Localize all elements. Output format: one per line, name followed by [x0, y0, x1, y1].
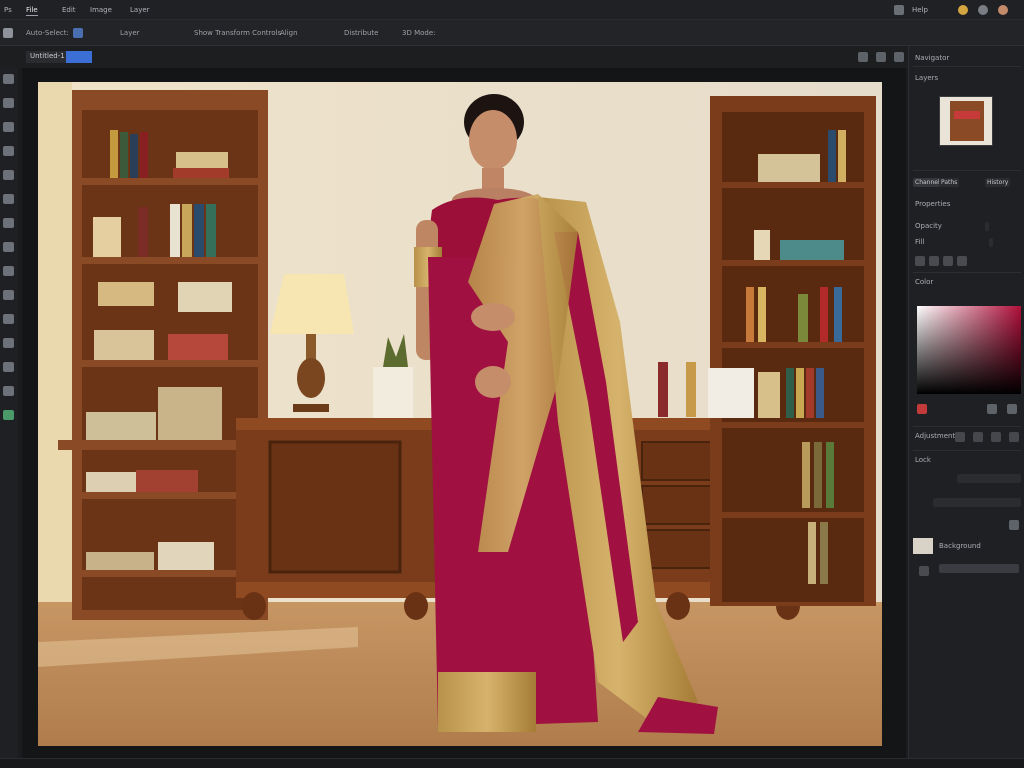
curves-icon[interactable]	[991, 432, 1001, 442]
crop-tool-icon[interactable]	[3, 122, 14, 132]
menu-edit[interactable]: Edit	[62, 5, 76, 15]
menu-image[interactable]: Image	[90, 5, 112, 15]
layer-filter-field[interactable]	[933, 498, 1021, 507]
opacity-label: Opacity	[915, 222, 942, 230]
history-brush-tool-icon[interactable]	[3, 242, 14, 252]
blur-tool-icon[interactable]	[3, 314, 14, 324]
layer-thumbnail[interactable]	[913, 538, 933, 554]
tab-label: Untitled-1	[30, 52, 65, 60]
properties-label: Properties	[915, 200, 951, 208]
thumbnail-detail	[954, 111, 980, 119]
menu-file[interactable]: File	[26, 5, 38, 16]
pen-tool-icon[interactable]	[3, 362, 14, 372]
eraser-tool-icon[interactable]	[3, 266, 14, 276]
options-bar: Auto-Select: Layer Show Transform Contro…	[0, 20, 1024, 46]
move-icon[interactable]	[3, 28, 13, 38]
tab-paths[interactable]: Paths	[939, 178, 960, 187]
option-auto-select[interactable]: Auto-Select:	[26, 28, 69, 38]
notification-icon[interactable]	[958, 5, 968, 15]
eyedropper-tool-icon[interactable]	[3, 146, 14, 156]
tab-active-indicator	[66, 51, 92, 63]
link-icon[interactable]	[915, 256, 925, 266]
panel-divider	[913, 450, 1021, 451]
navigator-thumbnail[interactable]	[939, 96, 993, 146]
new-layer-button[interactable]	[939, 564, 1019, 573]
fill-label: Fill	[915, 238, 925, 246]
color-label: Color	[915, 278, 934, 286]
color-swatch-icon[interactable]	[3, 410, 14, 420]
reset-color-icon[interactable]	[1007, 404, 1017, 414]
option-distribute[interactable]: Distribute	[344, 28, 378, 38]
color-picker-field[interactable]	[917, 306, 1021, 394]
fill-field[interactable]	[989, 238, 993, 247]
blend-mode-select[interactable]	[957, 474, 1021, 483]
tools-panel	[0, 68, 18, 758]
status-bar	[0, 758, 1024, 768]
share-icon[interactable]	[876, 52, 886, 62]
tab-history[interactable]: History	[985, 178, 1011, 187]
opacity-field[interactable]	[985, 222, 989, 231]
exposure-icon[interactable]	[1009, 432, 1019, 442]
tab-document[interactable]: Untitled-1	[26, 51, 92, 63]
swap-color-icon[interactable]	[987, 404, 997, 414]
settings-icon[interactable]	[978, 5, 988, 15]
fx-icon[interactable]	[929, 256, 939, 266]
search-icon[interactable]	[894, 52, 904, 62]
levels-icon[interactable]	[973, 432, 983, 442]
right-panel: Navigator Layers Channels Paths History …	[908, 46, 1024, 758]
room-photo	[38, 82, 882, 746]
menu-help[interactable]: Help	[912, 5, 928, 15]
healing-tool-icon[interactable]	[3, 170, 14, 180]
lasso-tool-icon[interactable]	[3, 98, 14, 108]
panel-divider	[913, 426, 1021, 427]
panel-divider	[913, 170, 1021, 171]
canvas-image[interactable]	[38, 82, 882, 746]
mask-icon[interactable]	[943, 256, 953, 266]
navigator-title: Navigator	[915, 54, 950, 62]
document-tab-bar: Untitled-1	[0, 46, 1024, 68]
gradient-tool-icon[interactable]	[3, 290, 14, 300]
menu-layer[interactable]: Layer	[130, 5, 150, 15]
panel-divider	[913, 272, 1021, 273]
panel-divider	[913, 66, 1021, 67]
adjustment-icon[interactable]	[957, 256, 967, 266]
option-transform[interactable]: Show Transform Controls	[194, 28, 281, 38]
foreground-color-icon[interactable]	[917, 404, 927, 414]
lock-icon[interactable]	[1009, 520, 1019, 530]
option-3d-mode[interactable]: 3D Mode:	[402, 28, 436, 38]
brightness-icon[interactable]	[955, 432, 965, 442]
canvas-area[interactable]	[22, 68, 906, 758]
dodge-tool-icon[interactable]	[3, 338, 14, 348]
layer-name[interactable]: Background	[939, 542, 981, 550]
app-logo: Ps	[4, 6, 12, 14]
type-tool-icon[interactable]	[3, 386, 14, 396]
layer-toggle-icon[interactable]	[73, 28, 83, 38]
marquee-tool-icon[interactable]	[3, 74, 14, 84]
eye-icon[interactable]	[919, 566, 929, 576]
stamp-tool-icon[interactable]	[3, 218, 14, 228]
lock-label: Lock	[915, 456, 931, 464]
user-icon[interactable]	[894, 5, 904, 15]
layers-section-label: Layers	[915, 74, 939, 82]
option-layer[interactable]: Layer	[120, 28, 140, 38]
avatar[interactable]	[998, 5, 1008, 15]
thumbnail-preview	[950, 101, 984, 141]
menu-bar: Ps File Edit Image Layer Help	[0, 0, 1024, 20]
adjustments-label: Adjustments	[915, 432, 959, 440]
option-align[interactable]: Align	[280, 28, 298, 38]
arrange-icon[interactable]	[858, 52, 868, 62]
brush-tool-icon[interactable]	[3, 194, 14, 204]
